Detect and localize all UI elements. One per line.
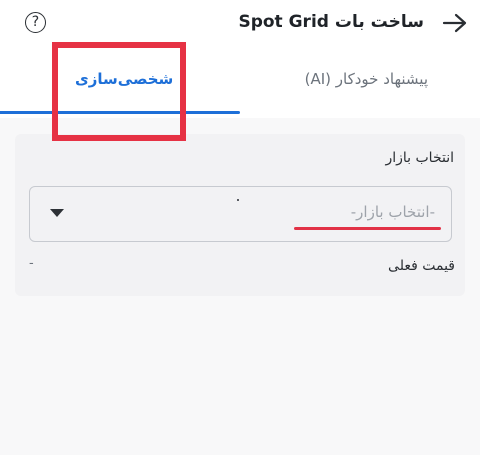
market-select-placeholder: -انتخاب بازار- [350,203,435,221]
current-price-label: قیمت فعلی [388,258,455,274]
current-price-value: - [29,256,34,271]
tab-ai-suggestion[interactable]: پیشنهاد خودکار (AI) [305,70,428,88]
arrow-right-icon[interactable] [442,12,468,34]
help-button[interactable]: ? [25,12,46,33]
market-label: انتخاب بازار [385,150,454,166]
annotation-underline [294,227,441,230]
question-mark-circle-icon: ? [31,14,40,30]
market-select[interactable]: -انتخاب بازار- [29,186,452,242]
stray-dot [237,199,239,201]
page-title: ساخت بات Spot Grid [238,12,424,32]
annotation-highlight-box [52,42,186,141]
caret-down-icon [50,209,64,217]
